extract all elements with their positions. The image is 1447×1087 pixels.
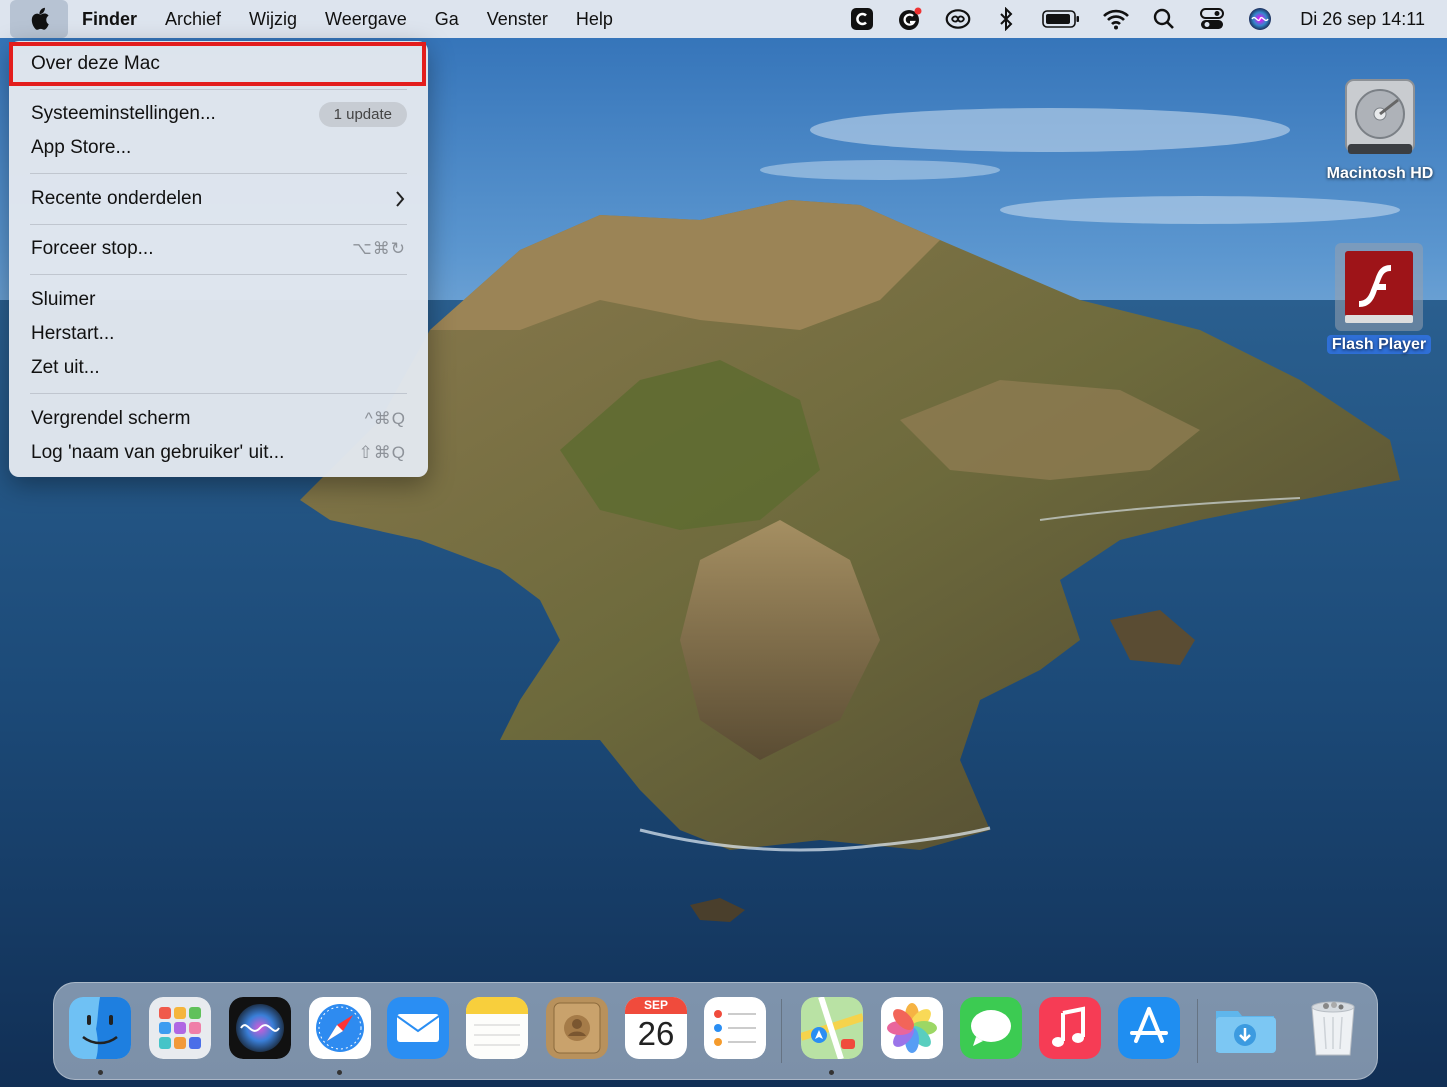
dock-contacts[interactable] xyxy=(546,997,608,1059)
app-store-icon xyxy=(1118,997,1180,1059)
dock-downloads-folder[interactable] xyxy=(1214,997,1276,1059)
menu-item-label: Herstart... xyxy=(31,323,115,344)
menu-archief[interactable]: Archief xyxy=(151,0,235,38)
launchpad-icon xyxy=(149,997,211,1059)
apple-logo-icon xyxy=(31,7,49,30)
desktop-icon-label: Macintosh HD xyxy=(1326,165,1434,182)
dock-launchpad[interactable] xyxy=(149,997,211,1059)
music-icon xyxy=(1039,997,1101,1059)
menu-item-label: Zet uit... xyxy=(31,357,100,378)
siri-icon[interactable] xyxy=(1247,6,1273,32)
desktop-icon-label: Flash Player xyxy=(1326,335,1432,354)
dock-calendar[interactable]: SEP 26 xyxy=(625,997,687,1059)
chevron-right-icon xyxy=(396,191,405,207)
grammarly-icon[interactable] xyxy=(897,6,923,32)
menu-separator xyxy=(30,274,407,275)
menu-item-lock-screen[interactable]: Vergrendel scherm ^⌘Q xyxy=(9,402,428,436)
dock: SEP 26 xyxy=(53,982,1378,1080)
menu-finder[interactable]: Finder xyxy=(68,0,151,38)
contacts-icon xyxy=(546,997,608,1059)
mail-icon xyxy=(387,997,449,1059)
shortcut-label: ^⌘Q xyxy=(364,409,406,428)
downloads-folder-icon xyxy=(1216,1011,1276,1053)
dock-photos[interactable] xyxy=(881,997,943,1059)
menu-item-shut-down[interactable]: Zet uit... xyxy=(9,351,428,385)
dock-separator xyxy=(1197,999,1198,1063)
menu-help[interactable]: Help xyxy=(562,0,627,38)
dock-notes[interactable] xyxy=(466,997,528,1059)
menu-item-label: App Store... xyxy=(31,137,132,158)
dock-app-store[interactable] xyxy=(1118,997,1180,1059)
battery-icon[interactable] xyxy=(1041,6,1081,32)
menu-item-label: Vergrendel scherm xyxy=(31,408,191,429)
menu-weergave[interactable]: Weergave xyxy=(311,0,421,38)
dock-reminders[interactable] xyxy=(704,997,766,1059)
c-app-icon[interactable] xyxy=(849,6,875,32)
menu-item-app-store[interactable]: App Store... xyxy=(9,131,428,165)
dock-siri[interactable] xyxy=(229,997,291,1059)
creative-cloud-icon[interactable] xyxy=(945,6,971,32)
menu-separator xyxy=(30,89,407,90)
calendar-day: 26 xyxy=(637,1015,675,1052)
menu-item-label: Log 'naam van gebruiker' uit... xyxy=(31,442,285,463)
dock-trash[interactable] xyxy=(1302,997,1364,1059)
menu-venster[interactable]: Venster xyxy=(473,0,562,38)
menu-item-system-settings[interactable]: Systeeminstellingen... 1 update xyxy=(9,97,428,131)
running-indicator xyxy=(337,1070,342,1075)
menu-item-label: Recente onderdelen xyxy=(31,188,203,209)
maps-icon xyxy=(801,997,863,1059)
control-center-icon[interactable] xyxy=(1199,6,1225,32)
shortcut-label: ⇧⌘Q xyxy=(358,443,406,462)
desktop-icon-macintosh-hd[interactable]: Macintosh HD xyxy=(1318,76,1442,183)
menu-item-label: Systeeminstellingen... xyxy=(31,103,216,124)
dock-separator xyxy=(781,999,782,1063)
hard-drive-icon xyxy=(1345,79,1415,154)
selection-frame xyxy=(1335,243,1423,331)
status-area: Di 26 sep 14:11 xyxy=(838,0,1447,38)
menu-item-log-out[interactable]: Log 'naam van gebruiker' uit... ⇧⌘Q xyxy=(9,436,428,470)
wifi-icon[interactable] xyxy=(1103,6,1130,32)
reminders-icon xyxy=(704,997,766,1059)
dock-safari[interactable] xyxy=(309,997,371,1059)
menu-separator xyxy=(30,224,407,225)
notes-icon xyxy=(466,997,528,1059)
trash-icon xyxy=(1311,1001,1355,1056)
menu-separator xyxy=(30,173,407,174)
update-badge: 1 update xyxy=(318,102,407,127)
running-indicator xyxy=(98,1070,103,1075)
apple-menu-dropdown: Over deze Mac Systeeminstellingen... 1 u… xyxy=(9,41,428,477)
dock-messages[interactable] xyxy=(960,997,1022,1059)
dock-music[interactable] xyxy=(1039,997,1101,1059)
desktop-icon-flash-player[interactable]: Flash Player xyxy=(1320,243,1438,354)
menu-item-sleep[interactable]: Sluimer xyxy=(9,283,428,317)
menu-item-label: Forceer stop... xyxy=(31,238,154,259)
menu-item-about-this-mac[interactable]: Over deze Mac xyxy=(9,47,428,81)
menu-item-restart[interactable]: Herstart... xyxy=(9,317,428,351)
flash-player-icon xyxy=(1345,251,1413,323)
menu-item-label: Sluimer xyxy=(31,289,96,310)
dock-maps[interactable] xyxy=(801,997,863,1059)
spotlight-search-icon[interactable] xyxy=(1151,6,1177,32)
menu-item-label: Over deze Mac xyxy=(31,53,160,74)
running-indicator xyxy=(829,1070,834,1075)
siri-icon xyxy=(229,997,291,1059)
messages-icon xyxy=(960,997,1022,1059)
menu-wijzig[interactable]: Wijzig xyxy=(235,0,311,38)
shortcut-label: ⌥⌘↻ xyxy=(352,239,406,258)
apple-menu-button[interactable] xyxy=(10,0,68,38)
safari-icon xyxy=(309,997,371,1059)
finder-icon xyxy=(69,997,131,1059)
bluetooth-icon[interactable] xyxy=(993,6,1019,32)
photos-icon xyxy=(881,997,943,1059)
menu-item-recent-items[interactable]: Recente onderdelen xyxy=(9,182,428,216)
menu-item-force-quit[interactable]: Forceer stop... ⌥⌘↻ xyxy=(9,232,428,266)
menu-separator xyxy=(30,393,407,394)
menu-bar: Finder Archief Wijzig Weergave Ga Venste… xyxy=(0,0,1447,38)
dock-mail[interactable] xyxy=(387,997,449,1059)
dock-finder[interactable] xyxy=(69,997,131,1059)
calendar-month: SEP xyxy=(625,997,687,1014)
menubar-clock[interactable]: Di 26 sep 14:11 xyxy=(1300,9,1425,30)
menu-ga[interactable]: Ga xyxy=(421,0,473,38)
